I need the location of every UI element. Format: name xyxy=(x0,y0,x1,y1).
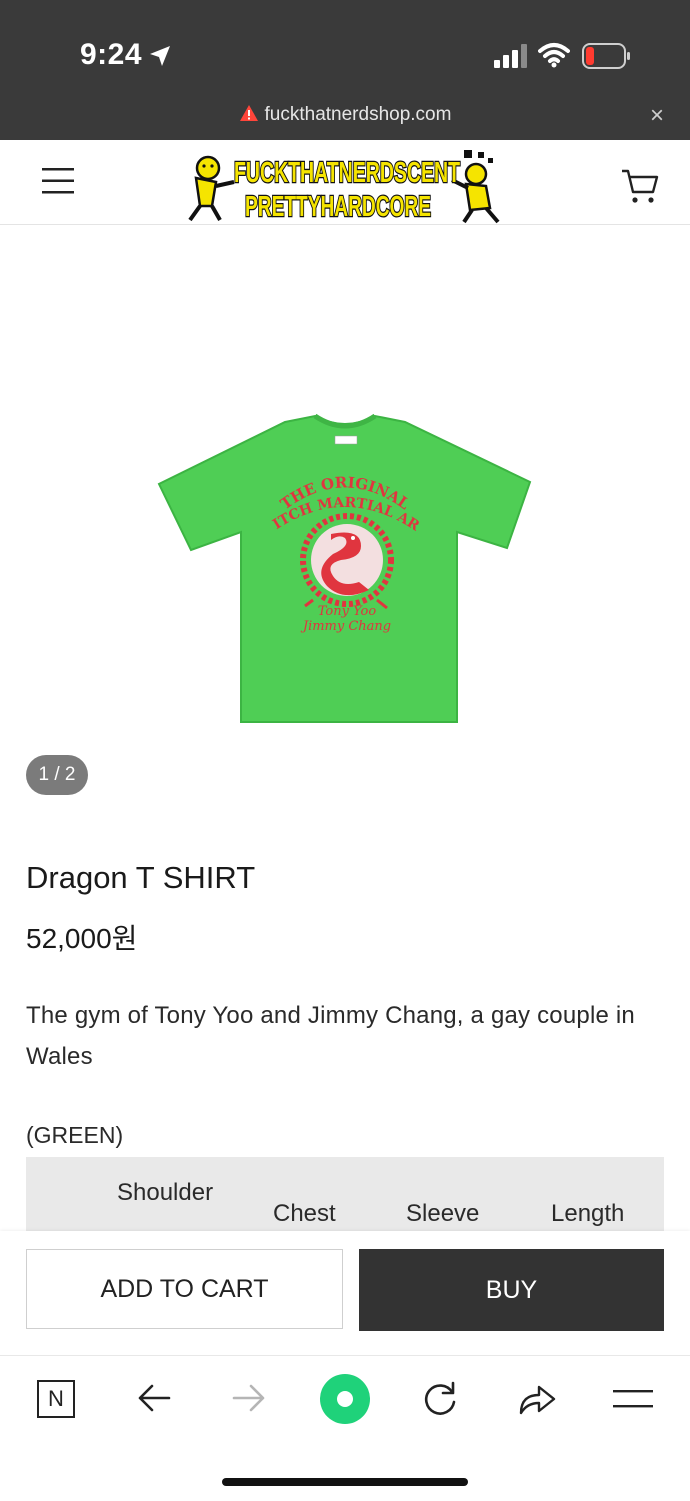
size-table: Shoulder Chest Sleeve Length xyxy=(26,1157,664,1231)
product-image[interactable]: THE ORIGINAL SNITCH MARTIAL ARTS Tony Yo… xyxy=(155,410,535,730)
forward-arrow-icon[interactable] xyxy=(231,1382,267,1414)
green-dot-icon[interactable] xyxy=(319,1373,371,1425)
logo-mascot-left xyxy=(188,155,235,222)
location-arrow-icon xyxy=(150,46,170,66)
url-text: fuckthatnerdshop.com xyxy=(264,104,452,125)
reload-icon[interactable] xyxy=(421,1380,459,1418)
share-icon[interactable] xyxy=(517,1381,557,1417)
close-url-button[interactable]: × xyxy=(650,104,664,128)
battery-icon xyxy=(582,43,630,69)
logo-line-1: FUCKTHATNERDSCENT xyxy=(234,157,460,189)
home-indicator[interactable] xyxy=(222,1478,468,1486)
naver-icon[interactable]: N xyxy=(37,1380,75,1418)
hamburger-menu-icon[interactable] xyxy=(42,167,76,195)
product-color: (GREEN) xyxy=(26,1122,124,1148)
size-header-chest: Chest xyxy=(273,1200,336,1227)
size-header-length: Length xyxy=(551,1200,625,1227)
product-description: The gym of Tony Yoo and Jimmy Chang, a g… xyxy=(26,1002,635,1070)
size-header-sleeve: Sleeve xyxy=(406,1200,480,1227)
svg-text:Tony Yoo: Tony Yoo xyxy=(318,604,377,619)
logo-line-2: PRETTYHARDCORE xyxy=(245,191,431,223)
warning-icon xyxy=(239,105,258,121)
url-bar[interactable]: fuckthatnerdshop.com xyxy=(0,104,690,126)
image-counter: 1 / 2 xyxy=(26,755,88,795)
shopping-cart-icon[interactable] xyxy=(620,168,660,206)
signal-icon xyxy=(494,44,527,68)
naver-label: N xyxy=(48,1386,64,1411)
back-arrow-icon[interactable] xyxy=(136,1382,172,1414)
product-price: 52,000원 xyxy=(26,923,138,954)
add-to-cart-button[interactable]: ADD TO CART xyxy=(26,1249,343,1329)
svg-text:Jimmy Chang: Jimmy Chang xyxy=(300,619,391,634)
site-logo[interactable]: FUCKTHATNERDSCENT PRETTYHARDCORE xyxy=(186,148,504,224)
product-title: Dragon T SHIRT xyxy=(26,860,256,895)
status-time: 9:24 xyxy=(80,38,143,71)
menu-icon[interactable] xyxy=(613,1388,653,1410)
buy-button[interactable]: BUY xyxy=(359,1249,664,1331)
wifi-icon xyxy=(538,43,570,68)
size-header-shoulder: Shoulder xyxy=(117,1179,214,1206)
